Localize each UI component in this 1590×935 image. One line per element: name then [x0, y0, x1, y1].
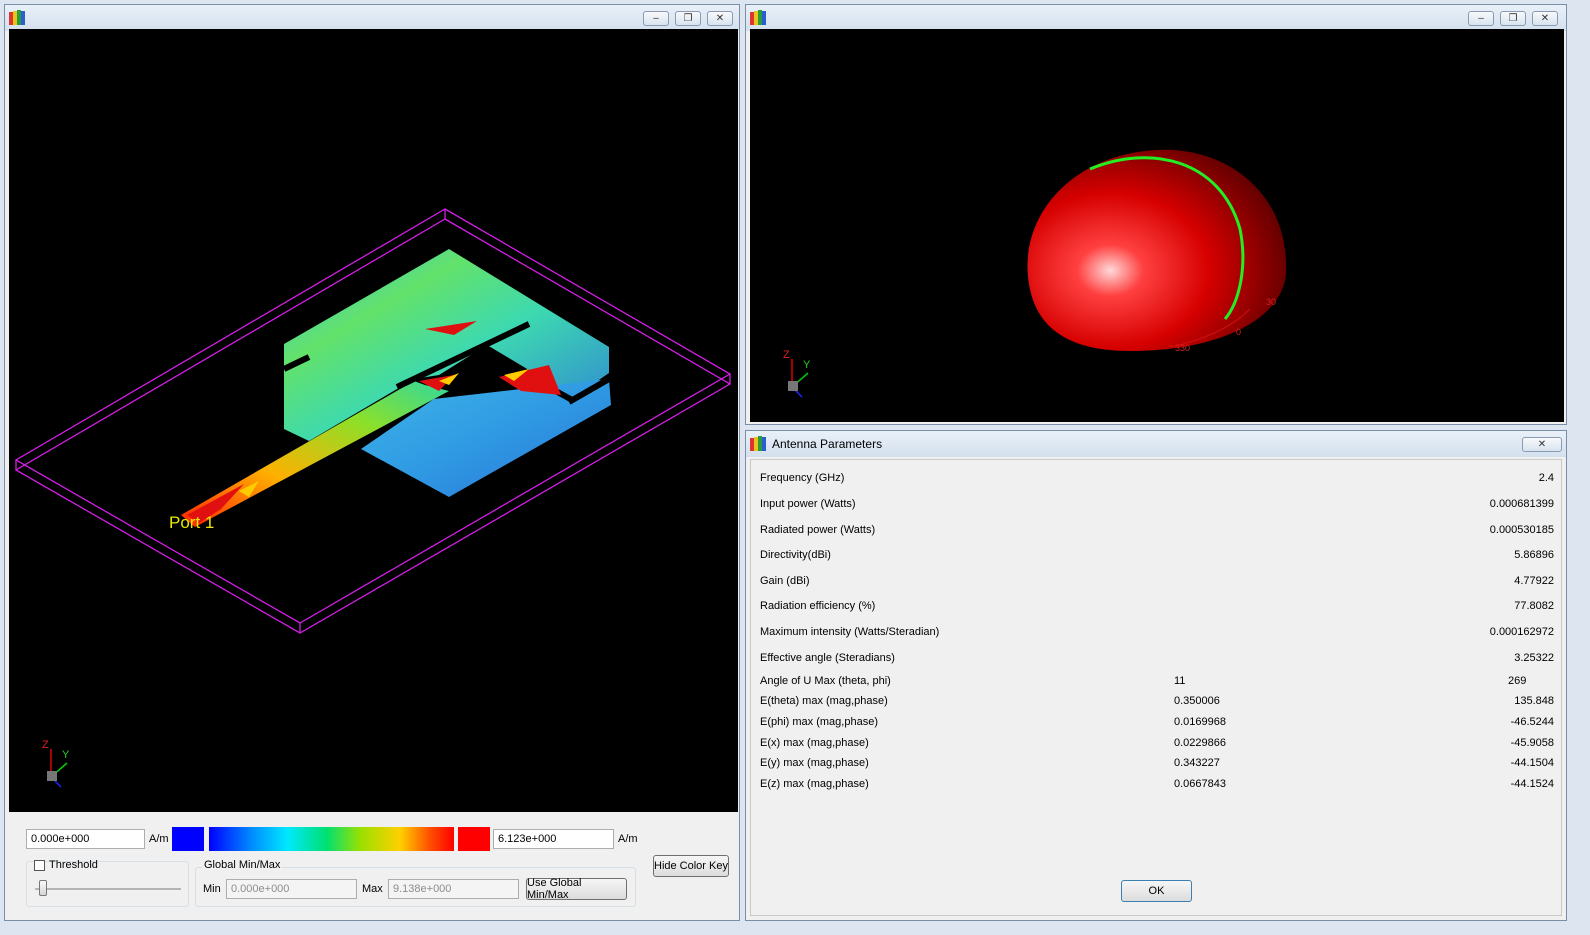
minimize-button[interactable]: – [1468, 11, 1494, 26]
minimize-button[interactable]: – [643, 11, 669, 26]
max-color-swatch[interactable] [458, 827, 490, 851]
threshold-slider-track[interactable] [35, 888, 181, 890]
param-label: Angle of U Max (theta, phi) [760, 675, 891, 687]
param-label: E(z) max (mag,phase) [760, 778, 869, 790]
current-3d-viewport[interactable]: Port 1 Z Y [9, 29, 738, 812]
app-icon [750, 10, 766, 25]
radiation-pattern-plot [1027, 149, 1287, 351]
axis-z-label: Z [42, 739, 49, 751]
param-value-2: 269 [1508, 675, 1527, 687]
min-color-swatch[interactable] [172, 827, 204, 851]
param-value: 4.77922 [1514, 575, 1554, 587]
threshold-checkbox[interactable] [34, 860, 45, 871]
axis-y-label: Y [803, 359, 811, 371]
current-window: – ❐ ✕ Port 1 Z Y 0.000e+000 A/m 6.123e+0… [4, 4, 740, 921]
axis-y-label: Y [62, 749, 70, 761]
param-value-2: -44.1524 [1510, 778, 1554, 790]
threshold-slider-handle[interactable] [39, 880, 47, 896]
param-label: Frequency (GHz) [760, 472, 845, 484]
close-button[interactable]: ✕ [1532, 11, 1558, 26]
global-minmax-label: Global Min/Max [202, 859, 283, 871]
param-value: 0.000530185 [1489, 524, 1554, 536]
param-label: Radiated power (Watts) [760, 524, 876, 536]
param-value: 0.000162972 [1489, 626, 1554, 638]
param-value-1: 0.0667843 [1174, 778, 1226, 790]
color-min-input[interactable]: 0.000e+000 [26, 829, 145, 849]
param-label: Maximum intensity (Watts/Steradian) [760, 626, 940, 638]
param-value-1: 11 [1174, 675, 1186, 687]
color-gradient-bar [209, 827, 454, 851]
param-label: Gain (dBi) [760, 575, 810, 587]
param-value: 0.000681399 [1489, 498, 1554, 510]
param-value-1: 0.343227 [1174, 757, 1220, 769]
global-max-label: Max [362, 883, 383, 895]
param-label: E(y) max (mag,phase) [760, 757, 869, 769]
pattern-3d-viewport[interactable]: 30 0 330 Z Y [750, 29, 1564, 422]
param-label: Directivity(dBi) [760, 549, 831, 561]
param-value-2: -46.5244 [1510, 716, 1554, 728]
axis-z-label: Z [783, 349, 790, 361]
param-value-1: 0.0229866 [1174, 737, 1226, 749]
pattern-window-titlebar[interactable]: – ❐ ✕ [746, 5, 1566, 31]
close-button[interactable]: ✕ [707, 11, 733, 26]
global-min-input[interactable]: 0.000e+000 [226, 879, 357, 899]
param-label: E(phi) max (mag,phase) [760, 716, 878, 728]
tick-0: 0 [1236, 327, 1242, 337]
tick-30: 30 [1266, 297, 1277, 307]
param-value-2: -45.9058 [1510, 737, 1554, 749]
app-icon [9, 10, 25, 25]
global-min-label: Min [203, 883, 221, 895]
param-value: 3.25322 [1514, 652, 1554, 664]
restore-button[interactable]: ❐ [675, 11, 701, 26]
param-value: 5.86896 [1514, 549, 1554, 561]
param-value: 2.4 [1538, 472, 1554, 484]
current-window-titlebar[interactable]: – ❐ ✕ [5, 5, 739, 31]
param-label: E(theta) max (mag,phase) [760, 695, 888, 707]
param-value-2: 135.848 [1514, 695, 1554, 707]
param-value: 77.8082 [1514, 600, 1554, 612]
param-value-1: 0.0169968 [1174, 716, 1226, 728]
current-distribution-plot [14, 208, 732, 634]
param-value-2: -44.1504 [1510, 757, 1554, 769]
global-max-input[interactable]: 9.138e+000 [388, 879, 519, 899]
param-label: Input power (Watts) [760, 498, 856, 510]
restore-button[interactable]: ❐ [1500, 11, 1526, 26]
close-button[interactable]: ✕ [1522, 437, 1562, 452]
ok-button[interactable]: OK [1121, 880, 1192, 902]
color-min-unit: A/m [149, 833, 169, 845]
pattern-window: – ❐ ✕ 30 0 330 Z Y [745, 4, 1567, 425]
tick-330: 330 [1175, 343, 1191, 353]
color-max-input[interactable]: 6.123e+000 [493, 829, 614, 849]
dialog-titlebar[interactable]: Antenna Parameters ✕ [746, 431, 1566, 457]
color-max-unit: A/m [618, 833, 638, 845]
hide-color-key-button[interactable]: Hide Color Key [653, 855, 729, 877]
use-global-minmax-button[interactable]: Use Global Min/Max [526, 877, 627, 901]
threshold-label: Threshold [49, 859, 98, 871]
dialog-title: Antenna Parameters [772, 437, 883, 451]
radiation-lobe [1027, 149, 1287, 351]
param-label: Radiation efficiency (%) [760, 600, 876, 612]
param-value-1: 0.350006 [1174, 695, 1220, 707]
param-label: Effective angle (Steradians) [760, 652, 895, 664]
app-icon [750, 436, 766, 451]
port-label: Port 1 [169, 513, 215, 532]
param-label: E(x) max (mag,phase) [760, 737, 869, 749]
